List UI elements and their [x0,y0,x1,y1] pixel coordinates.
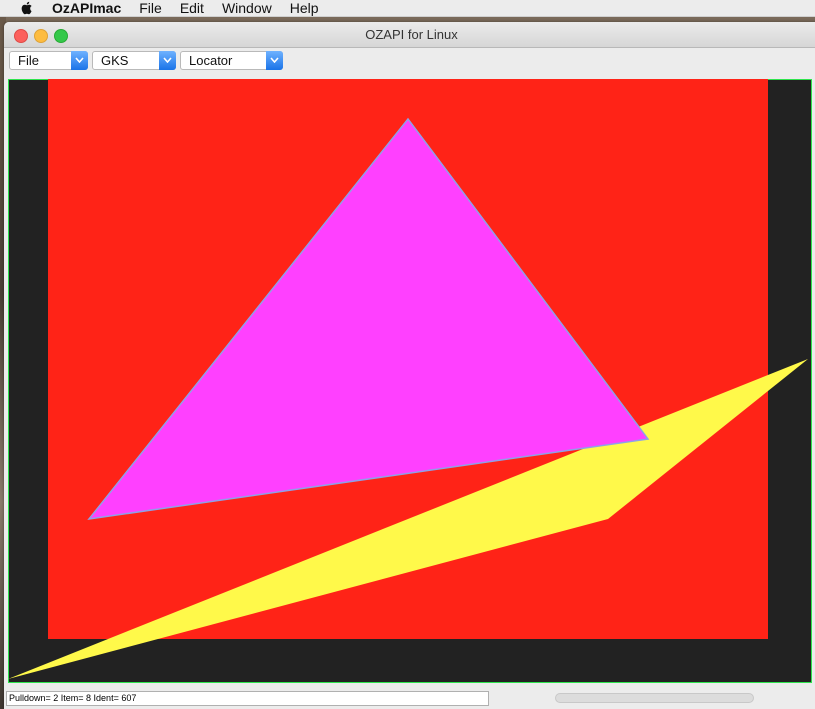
menu-window[interactable]: Window [222,0,272,16]
gks-combo-label: GKS [101,53,129,68]
window-title: OZAPI for Linux [365,27,458,42]
locator-combo[interactable]: Locator [180,51,283,70]
menu-help[interactable]: Help [290,0,319,16]
chevron-down-icon[interactable] [159,51,176,70]
gks-combo[interactable]: GKS [92,51,176,70]
file-combo-label: File [18,53,39,68]
menu-file[interactable]: File [139,0,162,16]
menu-bar: OzAPImac File Edit Window Help [0,0,815,17]
apple-logo-icon[interactable] [20,1,34,15]
status-text-field: Pulldown= 2 Item= 8 Ident= 607 [6,691,489,706]
app-name-menu[interactable]: OzAPImac [52,0,121,16]
file-combo[interactable]: File [9,51,88,70]
menu-edit[interactable]: Edit [180,0,204,16]
status-bar: Pulldown= 2 Item= 8 Ident= 607 [4,686,815,709]
graphics-drawing [8,79,808,679]
chevron-down-icon[interactable] [266,51,283,70]
toolbar: File GKS Locator [4,48,815,72]
chevron-down-icon[interactable] [71,51,88,70]
graphics-canvas[interactable] [8,79,812,683]
app-window: OZAPI for Linux File GKS Locator Pulldow… [4,22,815,709]
horizontal-scrollbar[interactable] [555,693,754,703]
locator-combo-label: Locator [189,53,233,68]
title-bar[interactable]: OZAPI for Linux [4,22,815,48]
